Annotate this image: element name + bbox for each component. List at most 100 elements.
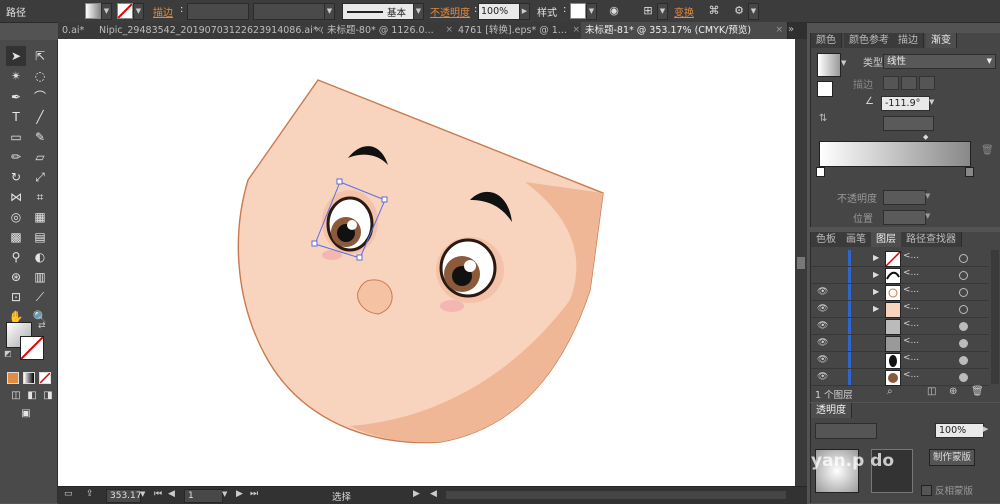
paintbrush-tool-icon[interactable]: ✎: [30, 127, 50, 147]
tab-transparency[interactable]: 透明度: [811, 403, 852, 418]
target-icon[interactable]: [959, 373, 968, 382]
layer-name[interactable]: <...: [903, 353, 919, 363]
canvas-settings-icon[interactable]: ▭: [64, 489, 73, 499]
locate-object-icon[interactable]: ⌕: [887, 386, 893, 397]
width-tool-icon[interactable]: ⋈: [6, 187, 26, 207]
stroke-gradient-across-icon[interactable]: [919, 76, 935, 90]
last-artboard-icon[interactable]: ⏭: [250, 489, 258, 499]
scrollbar-thumb[interactable]: [797, 257, 805, 269]
stroke-dropdown[interactable]: ▼: [133, 3, 144, 20]
rotate-tool-icon[interactable]: ↻: [6, 167, 26, 187]
gradient-thumbnail[interactable]: [817, 53, 841, 77]
tabs-overflow-icon[interactable]: »: [788, 24, 794, 35]
artboard-canvas[interactable]: [58, 39, 795, 486]
layers-scrollbar[interactable]: [991, 250, 999, 384]
tab-doc-2[interactable]: Nipic_29483542_20190703122623914086.ai* …: [95, 22, 327, 39]
slice-tool-icon[interactable]: ⟋: [30, 287, 50, 307]
default-colors-icon[interactable]: ◩: [4, 349, 12, 358]
target-icon[interactable]: [959, 322, 968, 331]
eyedropper-tool-icon[interactable]: ⚲: [6, 247, 26, 267]
none-mode-icon[interactable]: [39, 372, 51, 384]
tab-swatches[interactable]: 色板: [811, 232, 842, 247]
gradient-stop-end[interactable]: [965, 167, 974, 177]
brush-dropdown[interactable]: 基本: [342, 3, 414, 20]
tab-brushes[interactable]: 画笔: [841, 232, 872, 247]
tab-color-guide[interactable]: 颜色参考: [844, 33, 895, 48]
screen-mode-icon[interactable]: ▣: [16, 404, 36, 424]
layer-row[interactable]: 👁 ▶ <...: [811, 301, 989, 318]
layer-name[interactable]: <...: [903, 336, 919, 346]
blend-tool-icon[interactable]: ◐: [30, 247, 50, 267]
tab-color[interactable]: 颜色: [811, 33, 842, 48]
vertical-scrollbar[interactable]: [795, 39, 807, 486]
selection-tool-icon[interactable]: ➤: [6, 46, 26, 66]
magic-wand-tool-icon[interactable]: ✴: [6, 66, 26, 86]
stop-opacity-arrow-icon[interactable]: ▼: [925, 192, 930, 200]
visibility-eye-icon[interactable]: 👁: [817, 321, 829, 331]
tab-stroke[interactable]: 描边: [893, 33, 924, 48]
layer-row[interactable]: 👁 <...: [811, 369, 989, 386]
tab-doc-1[interactable]: 0.ai*: [58, 22, 99, 39]
reverse-gradient-icon[interactable]: ⇅: [819, 113, 827, 124]
variable-width-arrow[interactable]: ▼: [324, 3, 335, 20]
perspective-grid-tool-icon[interactable]: ▦: [30, 207, 50, 227]
align-icon[interactable]: ⊞: [640, 3, 656, 18]
layer-row[interactable]: 👁 ▶ <...: [811, 284, 989, 301]
tab-doc-3[interactable]: 未标题-80* @ 1126.0... ×: [323, 22, 458, 39]
layer-name[interactable]: <...: [903, 268, 919, 278]
close-icon[interactable]: ×: [445, 22, 453, 39]
gradient-type-dropdown[interactable]: 线性 ▼: [883, 54, 996, 69]
opacity-field[interactable]: 100%: [935, 423, 984, 438]
brush-arrow[interactable]: ▼: [413, 3, 424, 20]
horizontal-scrollbar[interactable]: [446, 491, 786, 499]
target-icon[interactable]: [959, 356, 968, 365]
draw-inside-icon[interactable]: ◨: [38, 386, 58, 406]
expand-arrow-icon[interactable]: ▶: [873, 253, 879, 262]
line-tool-icon[interactable]: ╱: [30, 107, 50, 127]
close-icon[interactable]: ×: [314, 22, 322, 39]
visibility-eye-icon[interactable]: 👁: [817, 304, 829, 314]
expand-arrow-icon[interactable]: ▶: [873, 287, 879, 296]
tab-doc-5[interactable]: 未标题-81* @ 353.17% (CMYK/预览) ×: [581, 22, 788, 39]
stroke-swatch[interactable]: [117, 3, 133, 19]
style-arrow[interactable]: ▼: [586, 3, 597, 20]
first-artboard-icon[interactable]: ⏮: [154, 489, 162, 499]
target-icon[interactable]: [959, 254, 968, 263]
target-icon[interactable]: [959, 305, 968, 314]
tab-pathfinder[interactable]: 路径查找器: [901, 232, 962, 247]
expand-arrow-icon[interactable]: ▶: [873, 304, 879, 313]
curvature-tool-icon[interactable]: ⌒: [30, 87, 50, 107]
layer-name[interactable]: <...: [903, 370, 919, 380]
visibility-eye-icon[interactable]: 👁: [817, 287, 829, 297]
visibility-eye-icon[interactable]: 👁: [817, 355, 829, 365]
fill-dropdown[interactable]: ▼: [101, 3, 112, 20]
target-icon[interactable]: [959, 339, 968, 348]
aspect-ratio-field[interactable]: [883, 116, 934, 131]
status-menu-icon[interactable]: ▶: [413, 489, 420, 499]
opacity-field[interactable]: 100%: [478, 3, 522, 20]
angle-dropdown-icon[interactable]: ▼: [929, 98, 934, 106]
pencil-tool-icon[interactable]: ✏: [6, 147, 26, 167]
new-sublayer-icon[interactable]: ⊕: [949, 386, 957, 397]
gradient-thumbnail-arrow-icon[interactable]: ▼: [841, 59, 846, 67]
options-icon[interactable]: ⚙: [731, 3, 747, 18]
scale-tool-icon[interactable]: ⤢: [30, 167, 50, 187]
make-mask-button[interactable]: 制作蒙版: [929, 449, 975, 466]
delete-layer-icon[interactable]: 🗑: [971, 386, 984, 397]
fill-swatch[interactable]: [85, 3, 101, 19]
opacity-label[interactable]: 不透明度: [430, 4, 470, 19]
direct-selection-tool-icon[interactable]: ⇱: [30, 46, 50, 66]
layer-row[interactable]: 👁 <...: [811, 318, 989, 335]
swap-fill-stroke-icon[interactable]: ⇄: [38, 321, 46, 331]
graph-tool-icon[interactable]: ▥: [30, 267, 50, 287]
zoom-field[interactable]: 353.17: [106, 489, 142, 503]
artboard-field[interactable]: 1: [184, 489, 223, 503]
midpoint-diamond-icon[interactable]: ◆: [923, 133, 928, 141]
close-icon[interactable]: ×: [572, 22, 580, 39]
pen-tool-icon[interactable]: ✒: [6, 87, 26, 107]
layer-row[interactable]: ▶ <...: [811, 267, 989, 284]
share-icon[interactable]: ⇪: [86, 489, 94, 499]
visibility-eye-icon[interactable]: 👁: [817, 372, 829, 382]
layer-name[interactable]: <...: [903, 251, 919, 261]
artboard-tool-icon[interactable]: ⊡: [6, 287, 26, 307]
